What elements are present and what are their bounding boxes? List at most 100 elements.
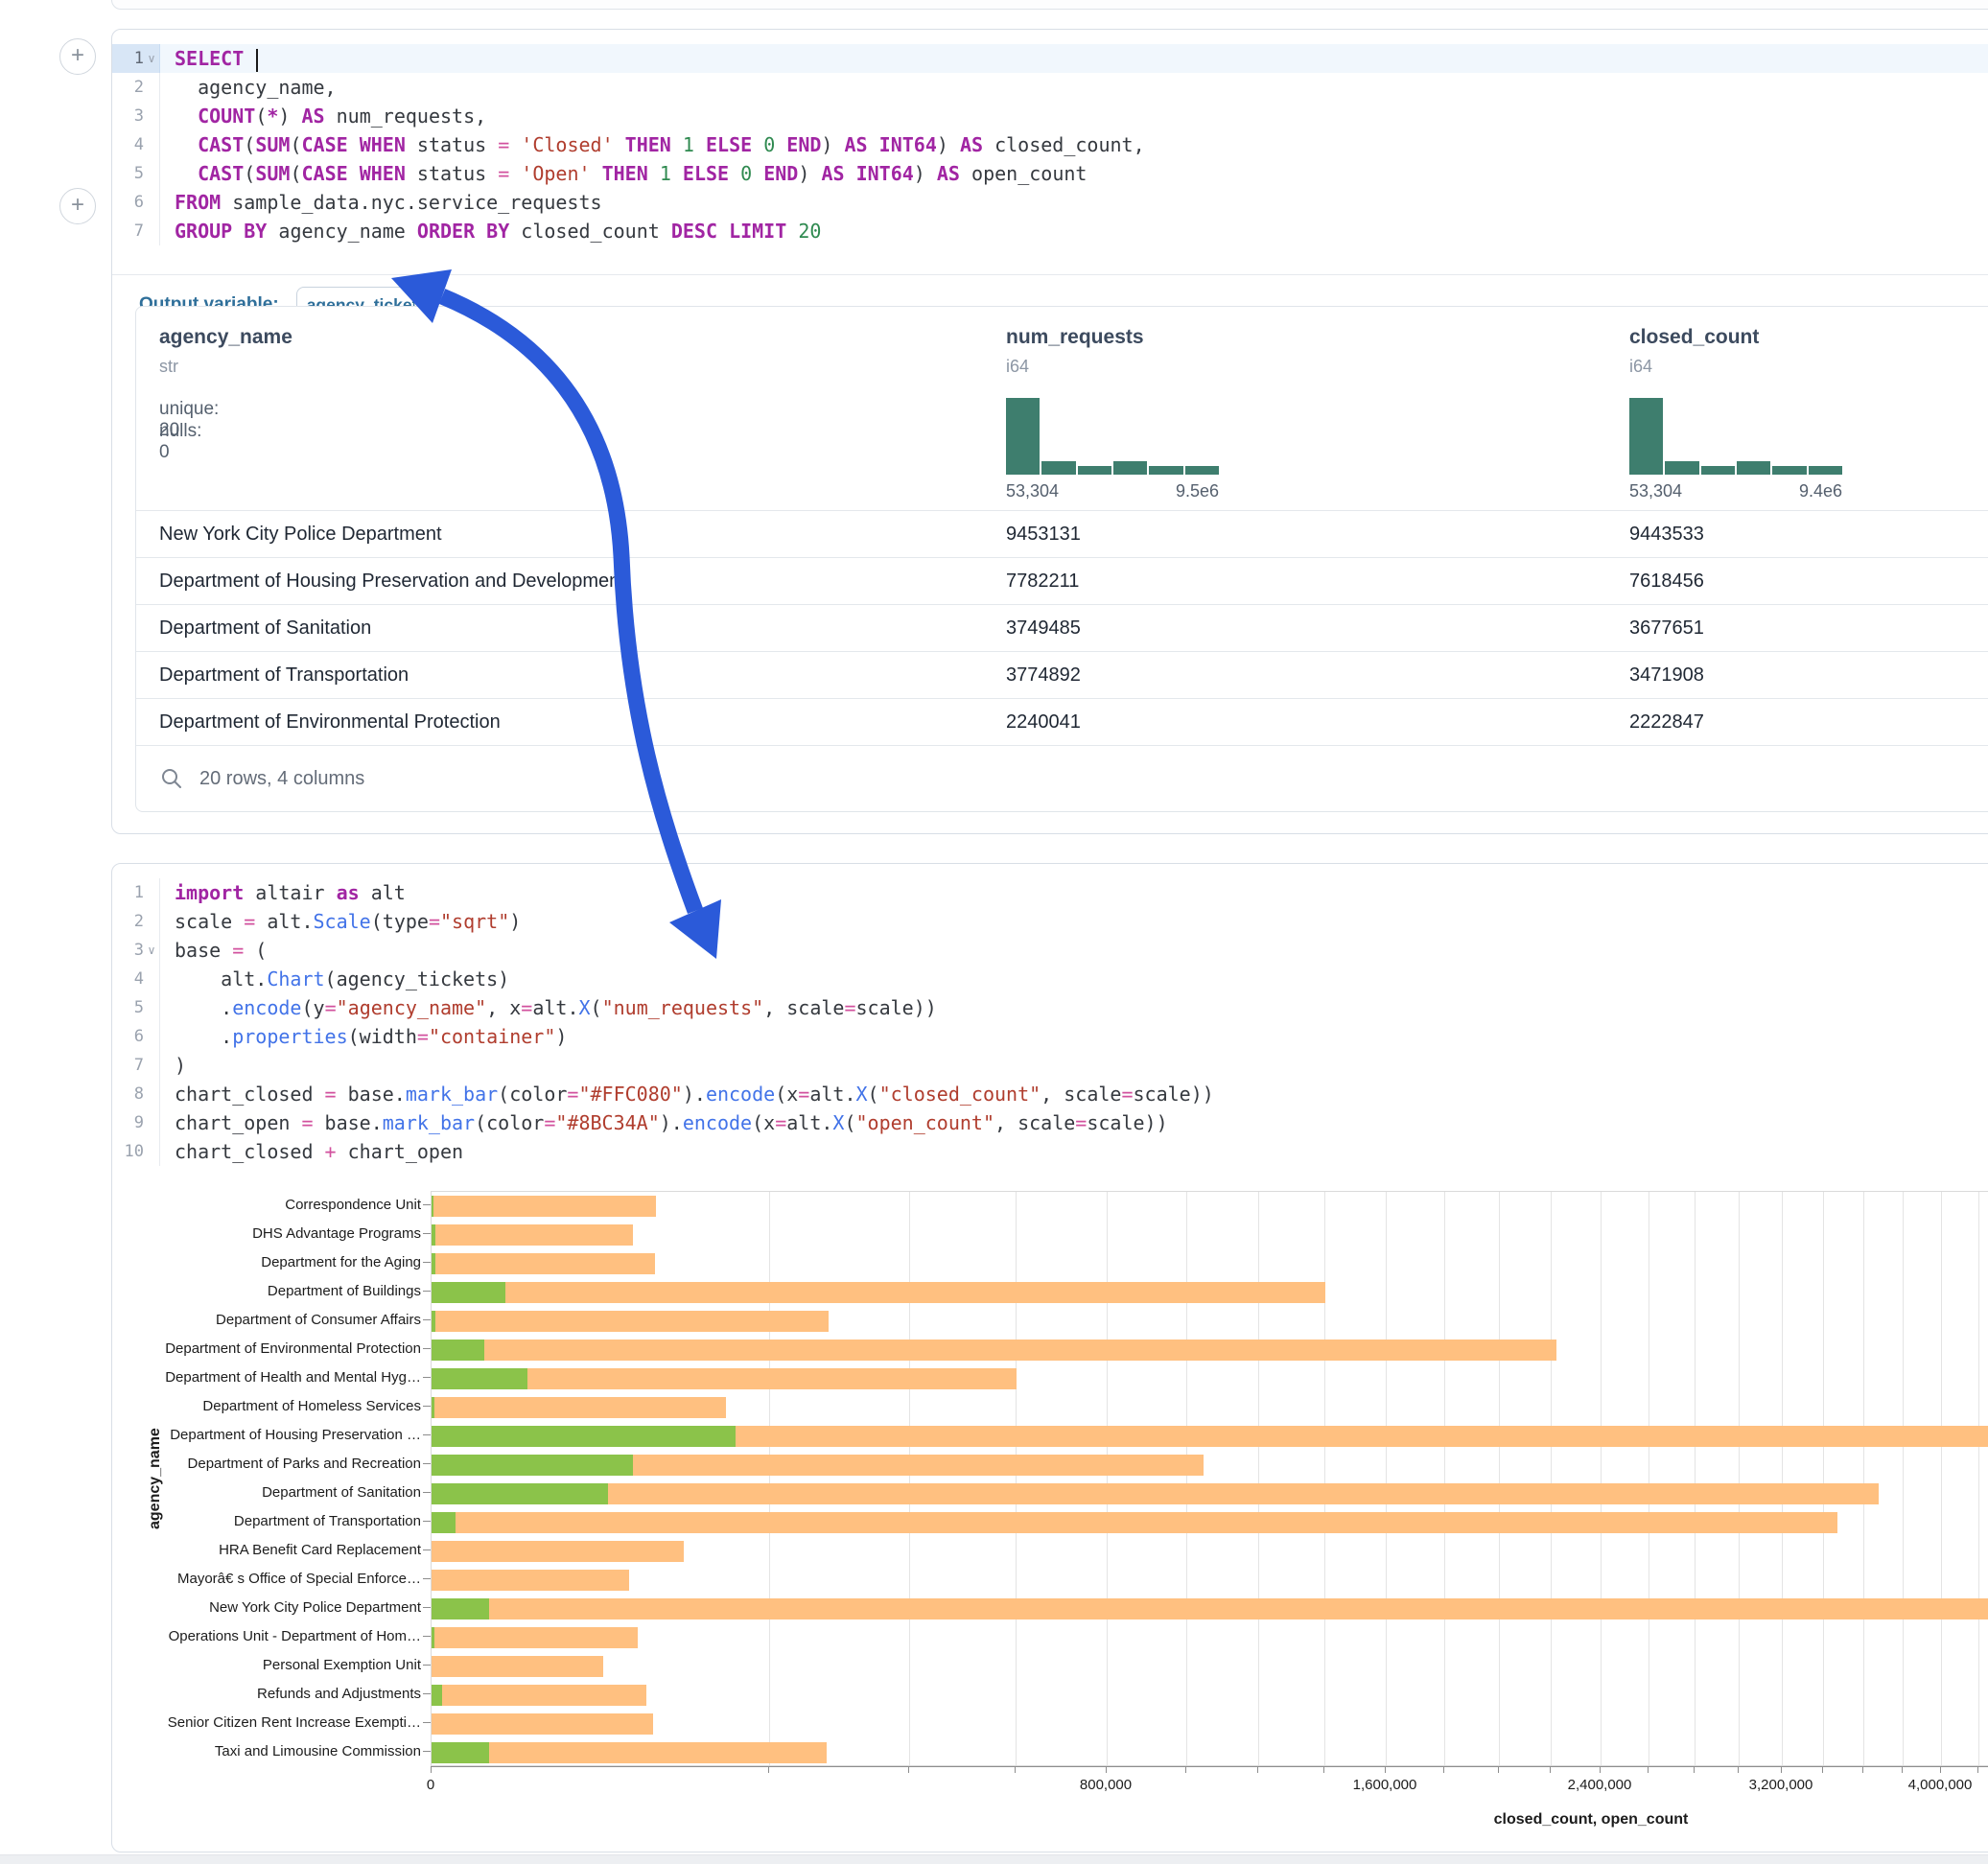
code-text: COUNT(*) AS num_requests,	[160, 102, 486, 130]
sql-line[interactable]: 4 CAST(SUM(CASE WHEN status = 'Closed' T…	[112, 130, 1988, 159]
table-cell: 3677651	[1629, 605, 1704, 652]
y-axis-tick	[423, 1319, 431, 1320]
code-token: status	[406, 133, 498, 156]
dataframe-preview: 20 rows, 4 columns agency_namestrunique:…	[135, 306, 1988, 812]
code-token: 0	[763, 133, 775, 156]
add-block-button-middle[interactable]: +	[59, 188, 96, 224]
sql-line[interactable]: 2 agency_name,	[112, 73, 1988, 102]
grid-line	[1782, 1192, 1783, 1765]
code-token: (color	[475, 1111, 544, 1134]
x-axis-tick	[1781, 1767, 1782, 1773]
code-token: CAST	[198, 133, 244, 156]
python-line[interactable]: 3∨base = (	[112, 936, 1988, 965]
code-token: , x	[486, 996, 521, 1019]
python-line[interactable]: 5 .encode(y="agency_name", x=alt.X("num_…	[112, 993, 1988, 1022]
code-token	[752, 133, 763, 156]
table-row[interactable]: New York City Police Department945313194…	[136, 510, 1988, 558]
sql-line[interactable]: 1∨SELECT	[112, 44, 1988, 73]
table-cell: 3471908	[1629, 652, 1704, 699]
code-token	[786, 220, 798, 243]
x-axis-tick	[1257, 1767, 1258, 1773]
code-text: chart_open = base.mark_bar(color="#8BC34…	[160, 1108, 1168, 1137]
code-token: *	[267, 105, 278, 128]
x-axis-tick-label: 3,200,000	[1749, 1777, 1813, 1793]
python-line[interactable]: 2scale = alt.Scale(type="sqrt")	[112, 907, 1988, 936]
line-gutter: 3	[112, 102, 160, 130]
line-gutter: 8	[112, 1080, 160, 1108]
fold-chevron-icon[interactable]: ∨	[144, 936, 159, 965]
page-bottom-strip	[0, 1854, 1988, 1864]
code-token: AS	[302, 105, 325, 128]
code-token: THEN	[625, 133, 671, 156]
sql-code-editor[interactable]: 1∨SELECT 2 agency_name,3 COUNT(*) AS num…	[112, 44, 1988, 245]
chart-bar-open	[432, 1224, 435, 1246]
x-axis-tick	[1822, 1767, 1823, 1773]
python-line[interactable]: 9chart_open = base.mark_bar(color="#8BC3…	[112, 1108, 1988, 1137]
code-token	[752, 162, 763, 185]
column-type: str	[159, 357, 178, 377]
python-line[interactable]: 10chart_closed + chart_open	[112, 1137, 1988, 1166]
x-axis-tick	[1323, 1767, 1324, 1773]
grid-line	[1444, 1192, 1445, 1765]
x-axis-tick-label: 1,600,000	[1353, 1777, 1417, 1793]
code-token: =	[325, 1083, 337, 1106]
code-token: encode	[232, 996, 301, 1019]
code-token: CASE	[301, 133, 347, 156]
y-axis-category-label: Operations Unit - Department of Hom…	[169, 1622, 421, 1651]
line-gutter: 9	[112, 1108, 160, 1137]
chart-bar-closed	[432, 1598, 1988, 1619]
line-gutter: 4	[112, 965, 160, 993]
code-text: SELECT	[160, 44, 258, 73]
add-block-button-top[interactable]: +	[59, 38, 96, 75]
chart-bar-closed	[432, 1541, 684, 1562]
sql-line[interactable]: 6FROM sample_data.nyc.service_requests	[112, 188, 1988, 217]
python-code-editor[interactable]: 1import altair as alt2scale = alt.Scale(…	[112, 878, 1988, 1166]
code-token: BY	[244, 220, 267, 243]
grid-line	[909, 1192, 910, 1765]
line-number: 7	[134, 1051, 144, 1080]
code-token: ).	[660, 1111, 683, 1134]
code-text: scale = alt.Scale(type="sqrt")	[160, 907, 521, 936]
code-token: (color	[498, 1083, 567, 1106]
table-row[interactable]: Department of Environmental Protection22…	[136, 698, 1988, 746]
y-axis-ticks	[423, 1191, 431, 1766]
code-token: THEN	[602, 162, 648, 185]
code-token: closed_count,	[983, 133, 1145, 156]
grid-line	[1324, 1192, 1325, 1765]
sql-cell: 1∨SELECT 2 agency_name,3 COUNT(*) AS num…	[111, 29, 1988, 834]
code-token: FROM	[175, 191, 221, 214]
table-row[interactable]: Department of Housing Preservation and D…	[136, 557, 1988, 605]
chart-bar-open	[432, 1311, 435, 1332]
x-axis-tick-label: 2,400,000	[1568, 1777, 1632, 1793]
code-token: chart_closed	[175, 1083, 325, 1106]
python-line[interactable]: 1import altair as alt	[112, 878, 1988, 907]
code-token: AS	[960, 133, 983, 156]
chart-bar-open	[432, 1627, 434, 1648]
line-gutter: 5	[112, 993, 160, 1022]
chart-plot-area	[431, 1191, 1988, 1766]
x-axis-tick	[1550, 1767, 1551, 1773]
sql-line[interactable]: 7GROUP BY agency_name ORDER BY closed_co…	[112, 217, 1988, 245]
python-line[interactable]: 7)	[112, 1051, 1988, 1080]
sql-line[interactable]: 5 CAST(SUM(CASE WHEN status = 'Open' THE…	[112, 159, 1988, 188]
search-icon[interactable]	[159, 766, 184, 791]
code-token: status	[406, 162, 498, 185]
x-axis-domain-line	[431, 1766, 1988, 1767]
x-axis-tick-label: 4,000,000	[1908, 1777, 1973, 1793]
code-token: =	[301, 1111, 313, 1134]
sql-line[interactable]: 3 COUNT(*) AS num_requests,	[112, 102, 1988, 130]
table-row[interactable]: Department of Transportation377489234719…	[136, 651, 1988, 699]
code-token: +	[325, 1140, 337, 1163]
table-row[interactable]: Department of Sanitation37494853677651	[136, 604, 1988, 652]
line-number: 3	[134, 936, 144, 965]
python-line[interactable]: 6 .properties(width="container")	[112, 1022, 1988, 1051]
code-token: CASE	[301, 162, 347, 185]
code-token: mark_bar	[406, 1083, 498, 1106]
line-number: 1	[134, 44, 144, 73]
chart-bar-open	[432, 1282, 505, 1303]
fold-chevron-icon[interactable]: ∨	[144, 44, 159, 73]
python-line[interactable]: 4 alt.Chart(agency_tickets)	[112, 965, 1988, 993]
python-line[interactable]: 8chart_closed = base.mark_bar(color="#FF…	[112, 1080, 1988, 1108]
code-text: CAST(SUM(CASE WHEN status = 'Open' THEN …	[160, 159, 1087, 188]
code-token: =	[417, 1025, 429, 1048]
